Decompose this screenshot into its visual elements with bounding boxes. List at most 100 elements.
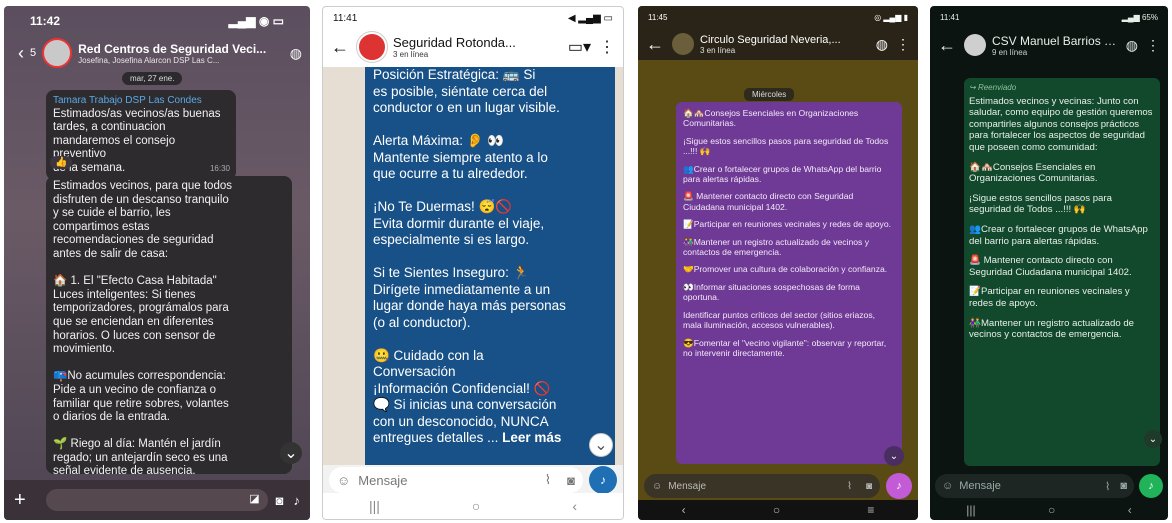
message-paragraph: 👥Crear o fortalecer grupos de WhatsApp d… (969, 223, 1148, 247)
message-bubble[interactable]: 🏠🏘️Consejos Esenciales en Organizaciones… (676, 102, 902, 464)
message-input[interactable]: ☺ Mensaje ⌇ ◙ (329, 467, 583, 493)
camera-icon[interactable]: ◙ (866, 481, 872, 492)
attach-icon[interactable]: ⌇ (545, 472, 551, 488)
message-paragraph: 😎Fomentar el "vecino vigilante": observa… (683, 337, 887, 358)
community-icon[interactable]: ◍ (876, 36, 888, 53)
scroll-down-icon[interactable]: ⌄ (884, 446, 904, 466)
emoji-icon[interactable]: ☺ (337, 473, 350, 488)
reaction-badge[interactable]: 👍 (50, 156, 73, 169)
back-arrow-icon[interactable]: ← (938, 35, 956, 56)
message-time: 16:30 (209, 163, 230, 173)
message-line: 🌱 Riego al día: Mantén el jardín (53, 438, 221, 451)
android-nav-bar: ||| ○ ‹ (930, 500, 1168, 520)
message-line: Posición Estratégica: 🚌 Si (373, 67, 536, 82)
message-line: entregues detalles ... (373, 430, 499, 445)
chat-title[interactable]: Seguridad Rotonda... (393, 35, 560, 50)
scroll-down-icon[interactable]: ⌄ (589, 433, 613, 457)
message-paragraph: 🤝Promover una cultura de colaboración y … (683, 264, 888, 275)
call-icon[interactable]: ◍ (290, 45, 302, 62)
more-options-icon[interactable]: ⋮ (599, 37, 615, 57)
community-icon[interactable]: ◍ (1126, 37, 1138, 54)
status-icons: ▂▄▆ ◉ ▭ (228, 14, 284, 28)
message-bubble[interactable]: Estimados vecinos, para que todos disfru… (46, 176, 292, 474)
chat-title[interactable]: CSV Manuel Barrios P... (992, 34, 1118, 48)
message-input[interactable]: ☺ Mensaje ⌇ ◙ (644, 474, 880, 498)
more-options-icon[interactable]: ⋮ (1146, 37, 1160, 54)
message-line (53, 357, 285, 371)
chat-header: ← CSV Manuel Barrios P... 9 en línea ◍ ⋮ (930, 28, 1168, 62)
message-bubble[interactable]: ↪ Reenviado Estimados vecinos y vecinas:… (964, 78, 1160, 466)
read-more-link[interactable]: Leer más (502, 430, 561, 445)
message-line (373, 117, 607, 134)
message-line: Conversación (373, 364, 456, 379)
status-bar: 11:41 ▂▄▆ 65% (930, 6, 1168, 28)
back-nav-icon[interactable]: ‹ (572, 498, 577, 514)
home-icon[interactable]: ○ (1048, 503, 1055, 517)
mic-icon[interactable]: ♪ (294, 493, 301, 508)
back-arrow-icon[interactable]: ← (331, 37, 349, 58)
recent-apps-icon[interactable]: ||| (369, 498, 380, 514)
message-line: compartimos estas (53, 220, 150, 233)
message-line: o diarios de la entrada. (53, 411, 170, 424)
mic-icon[interactable]: ♪ (1139, 474, 1163, 498)
phone-screenshot-1: 11:42 ▂▄▆ ◉ ▭ ‹ 5 Red Centros de Segurid… (4, 6, 310, 520)
composer: ☺ Mensaje ⌇ ◙ ♪ (323, 465, 623, 495)
chat-header: ← Seguridad Rotonda... 3 en línea ▭▾ ⋮ (323, 29, 623, 65)
message-bubble[interactable]: Posición Estratégica: 🚌 Si es posible, s… (365, 67, 615, 465)
message-bubble[interactable]: Tamara Trabajo DSP Las Condes Estimados/… (46, 90, 236, 180)
scroll-down-icon[interactable]: ⌄ (1144, 430, 1162, 448)
message-line: 🤐 Cuidado con la (373, 347, 484, 363)
message-input[interactable]: ◪ (46, 489, 268, 511)
message-paragraph: 📝Participar en reuniones vecinales y red… (969, 286, 1130, 309)
back-nav-icon[interactable]: ‹ (682, 503, 686, 517)
recent-apps-icon[interactable]: ||| (966, 503, 975, 517)
scroll-down-icon[interactable]: ⌄ (280, 442, 302, 464)
message-input[interactable]: ☺ Mensaje ⌇ ◙ (935, 474, 1134, 498)
back-nav-icon[interactable]: ‹ (1128, 503, 1132, 517)
mic-icon[interactable]: ♪ (886, 473, 912, 499)
message-line: de la semana. (53, 161, 126, 174)
home-icon[interactable]: ○ (472, 498, 480, 514)
chat-subtitle: 3 en línea (393, 50, 429, 59)
message-line: 📪No acumules correspondencia: (53, 370, 226, 383)
emoji-icon[interactable]: ☺ (652, 481, 662, 492)
attach-icon[interactable]: ⌇ (1105, 480, 1110, 493)
recent-apps-icon[interactable]: ≡ (867, 503, 874, 517)
message-line: especialmente si es largo. (373, 232, 530, 247)
chat-title[interactable]: Red Centros de Seguridad Veci... (78, 42, 282, 56)
back-icon[interactable]: ‹ (12, 43, 30, 64)
camera-icon[interactable]: ◙ (1120, 480, 1127, 492)
message-line: tardes, a continuacion (53, 121, 166, 134)
back-arrow-icon[interactable]: ← (646, 34, 664, 55)
message-paragraph: 🚨 Mantener contacto directo con Segurida… (683, 191, 854, 212)
message-line: familiar que retire sobres, volantes (53, 397, 229, 410)
mic-icon[interactable]: ♪ (589, 466, 617, 494)
camera-icon[interactable]: ◙ (567, 473, 575, 488)
group-avatar[interactable] (42, 38, 73, 68)
message-paragraph: 📝Participar en reuniones vecinales y red… (683, 219, 891, 230)
message-line: y se cuide el barrio, les (53, 207, 171, 220)
chat-subtitle: 3 en línea (700, 45, 736, 55)
message-line: es posible, siéntate cerca del (373, 83, 548, 99)
status-icons: ◀ ▂▄▆ ▭ (567, 12, 613, 24)
message-line: conductor o en un lugar visible. (373, 100, 560, 115)
more-options-icon[interactable]: ⋮ (896, 36, 910, 53)
camera-icon[interactable]: ◙ (276, 493, 284, 508)
forwarded-text: Reenviado (977, 83, 1017, 92)
video-call-icon[interactable]: ▭▾ (568, 37, 591, 57)
home-icon[interactable]: ○ (773, 503, 780, 517)
plus-icon[interactable]: + (14, 489, 38, 512)
status-icons: ◎ ▂▄▆ ▮ (874, 12, 908, 22)
message-placeholder: Mensaje (668, 480, 707, 492)
chat-title[interactable]: Circulo Seguridad Neveria,... (700, 34, 868, 46)
group-avatar[interactable] (357, 32, 387, 62)
sticker-icon[interactable]: ◪ (249, 492, 259, 505)
group-avatar[interactable] (964, 34, 986, 56)
group-avatar[interactable] (672, 33, 694, 55)
message-paragraph: Estimados vecinos y vecinas: Junto con s… (969, 95, 1153, 153)
clock: 11:41 (333, 12, 358, 24)
attach-icon[interactable]: ⌇ (847, 481, 852, 492)
clock: 11:45 (648, 12, 668, 22)
emoji-icon[interactable]: ☺ (942, 480, 953, 492)
forward-icon: ↪ (969, 83, 978, 92)
